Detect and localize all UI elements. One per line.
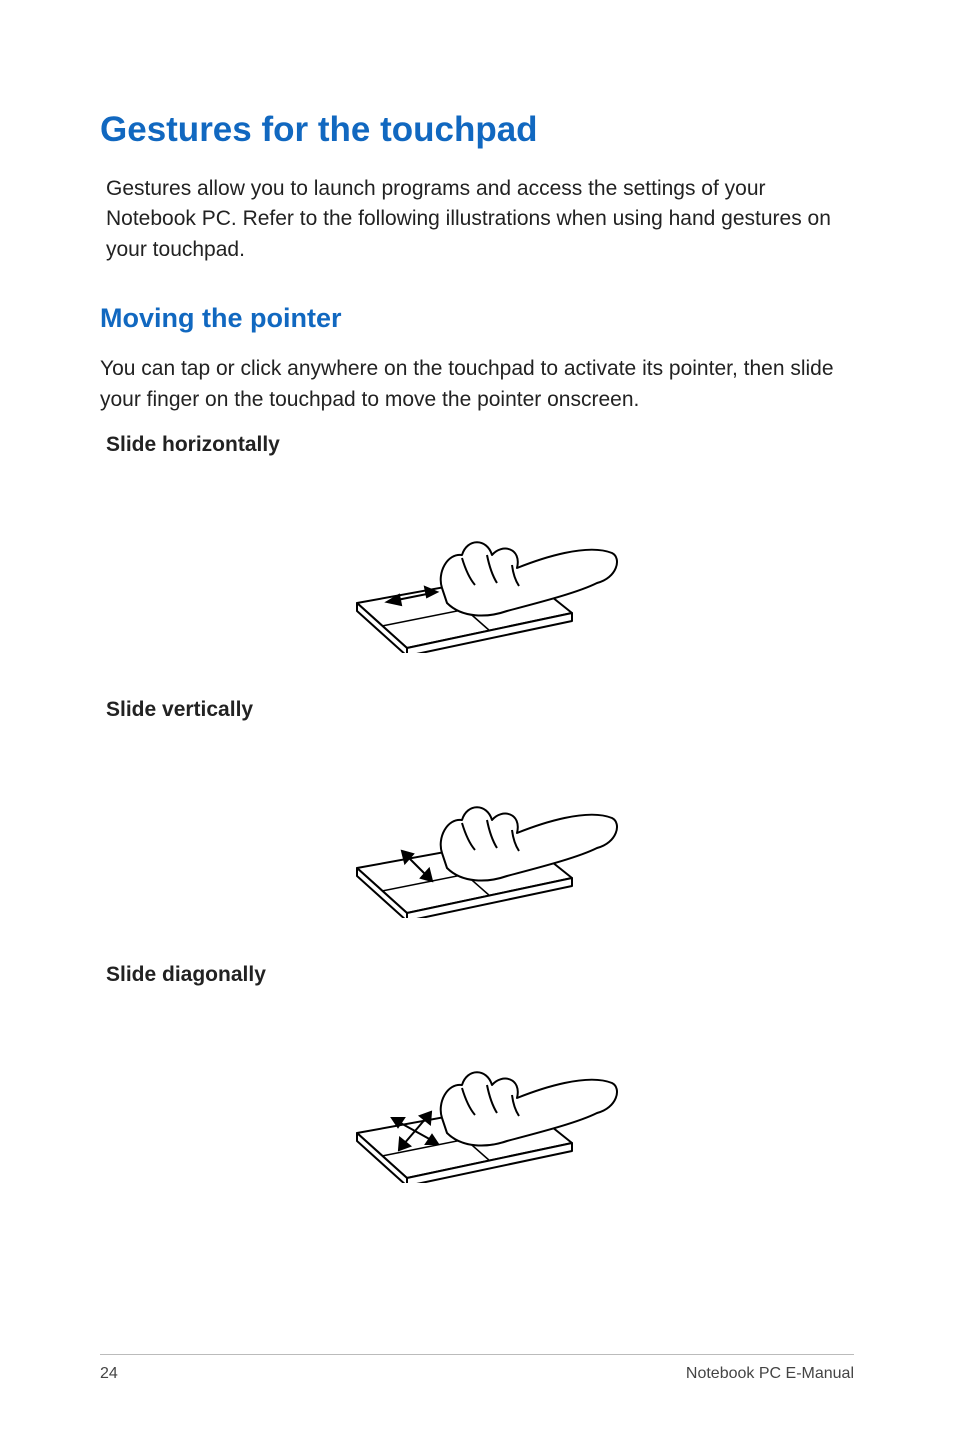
slide-vertical-illustration — [100, 732, 854, 923]
page-footer: 24 Notebook PC E-Manual — [100, 1354, 854, 1383]
page-number: 24 — [100, 1365, 118, 1383]
body-paragraph: You can tap or click anywhere on the tou… — [100, 354, 854, 415]
slide-diagonal-illustration — [100, 997, 854, 1188]
slide-horizontal-illustration — [100, 467, 854, 658]
slide-horizontal-label: Slide horizontally — [100, 433, 854, 457]
intro-paragraph: Gestures allow you to launch programs an… — [100, 174, 854, 265]
slide-diagonal-label: Slide diagonally — [100, 963, 854, 987]
page-title: Gestures for the touchpad — [100, 110, 854, 150]
slide-vertical-label: Slide vertically — [100, 698, 854, 722]
footer-doc-title: Notebook PC E-Manual — [686, 1365, 854, 1383]
section-heading: Moving the pointer — [100, 303, 854, 334]
